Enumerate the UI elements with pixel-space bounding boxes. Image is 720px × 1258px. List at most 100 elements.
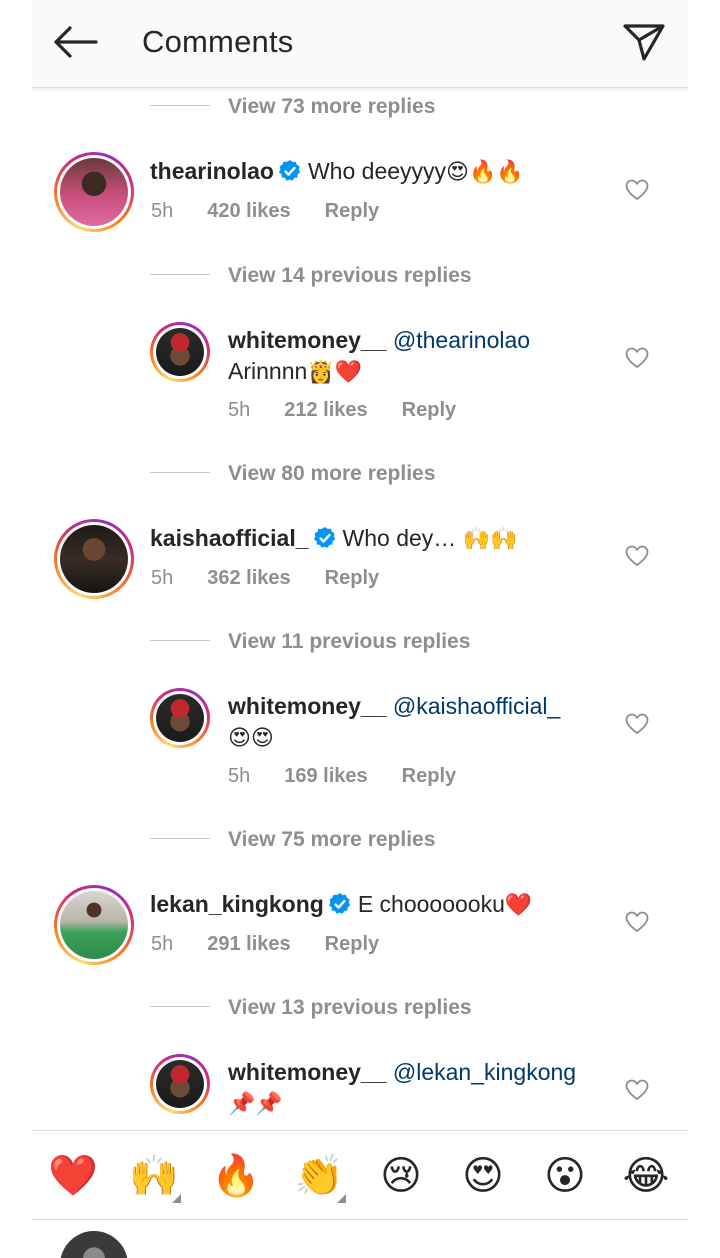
- like-button[interactable]: [622, 541, 652, 571]
- like-button[interactable]: [622, 1075, 652, 1105]
- reply-emoji: 📌📌: [228, 1092, 283, 1117]
- reply-username[interactable]: whitemoney__: [228, 327, 387, 353]
- emoji-button[interactable]: 😍: [454, 1147, 512, 1205]
- comment-emoji: 🙌🙌: [462, 527, 518, 552]
- reply-button[interactable]: Reply: [325, 567, 379, 589]
- thread-line: [150, 274, 210, 275]
- red-heart-icon: ❤️: [48, 1153, 98, 1199]
- reply-meta: 5h 169 likes Reply: [228, 765, 490, 788]
- comment-composer: [32, 1221, 688, 1258]
- reply-mention[interactable]: @thearinolao: [393, 327, 530, 353]
- comment-text: lekan_kingkong E chooooooku❤️: [150, 889, 532, 921]
- emoji-button[interactable]: 🙌: [125, 1147, 183, 1205]
- emoji-button[interactable]: 😢: [372, 1147, 430, 1205]
- likes-count[interactable]: 420 likes: [207, 200, 290, 222]
- reply-body-line: 😍😍: [228, 722, 274, 754]
- heart-outline-icon: [625, 545, 649, 567]
- thread-line: [150, 105, 210, 106]
- reply-mention[interactable]: @lekan_kingkong: [393, 1059, 576, 1085]
- reply-meta: 5h 212 likes Reply: [228, 399, 490, 422]
- fire-icon: 🔥: [211, 1153, 261, 1199]
- avatar[interactable]: [150, 322, 210, 382]
- variants-indicator-icon: [337, 1194, 346, 1203]
- tears-of-joy-icon: 😂: [622, 1153, 670, 1199]
- likes-count[interactable]: 291 likes: [207, 933, 290, 955]
- emoji-button[interactable]: 👏: [290, 1147, 348, 1205]
- verified-badge-icon: [278, 160, 301, 181]
- reply-button[interactable]: Reply: [402, 765, 456, 787]
- heart-outline-icon: [625, 347, 649, 369]
- crying-face-icon: 😢: [380, 1153, 422, 1199]
- emoji-button[interactable]: ❤️: [44, 1147, 102, 1205]
- reply-emoji: 👸❤️: [307, 360, 363, 385]
- reply-text: whitemoney__ @kaishaofficial_: [228, 691, 560, 722]
- thread-line: [150, 838, 210, 839]
- heart-outline-icon: [625, 713, 649, 735]
- verified-badge-icon: [328, 893, 351, 914]
- comment-meta: 5h 291 likes Reply: [151, 933, 413, 956]
- back-arrow-icon: [54, 26, 98, 58]
- avatar[interactable]: [54, 885, 134, 965]
- back-button[interactable]: [50, 20, 100, 64]
- comment-username[interactable]: thearinolao: [150, 158, 274, 184]
- thread-line: [150, 1006, 210, 1007]
- avatar[interactable]: [150, 688, 210, 748]
- reply-text: whitemoney__ @lekan_kingkong: [228, 1057, 576, 1088]
- reply-time: 5h: [228, 399, 251, 421]
- comment-time: 5h: [151, 200, 174, 222]
- emoji-button[interactable]: 🔥: [207, 1147, 265, 1205]
- emoji-button[interactable]: 😂: [617, 1147, 675, 1205]
- clapping-hands-icon: 👏: [294, 1153, 344, 1199]
- avatar: [60, 1231, 128, 1258]
- reply-mention[interactable]: @kaishaofficial_: [393, 693, 560, 719]
- avatar[interactable]: [54, 152, 134, 232]
- view-more-replies-link[interactable]: View 80 more replies: [228, 462, 435, 486]
- reply-button[interactable]: Reply: [325, 933, 379, 955]
- avatar[interactable]: [54, 519, 134, 599]
- reply-username[interactable]: whitemoney__: [228, 693, 387, 719]
- reply-button[interactable]: Reply: [325, 200, 379, 222]
- heart-outline-icon: [625, 179, 649, 201]
- like-button[interactable]: [622, 343, 652, 373]
- reply-username[interactable]: whitemoney__: [228, 1059, 387, 1085]
- verified-badge-icon: [313, 527, 335, 548]
- reply-text: whitemoney__ @thearinolao: [228, 325, 530, 356]
- likes-count[interactable]: 212 likes: [284, 399, 367, 421]
- reply-body-line: Arinnnn👸❤️: [228, 356, 362, 388]
- paper-plane-icon: [623, 24, 665, 61]
- heart-outline-icon: [625, 1079, 649, 1101]
- avatar[interactable]: [150, 1054, 210, 1114]
- comment-text: thearinolao Who deeyyyy😍🔥🔥: [150, 156, 524, 188]
- likes-count[interactable]: 169 likes: [284, 765, 367, 787]
- share-button[interactable]: [620, 18, 668, 66]
- view-previous-replies-link[interactable]: View 11 previous replies: [228, 630, 470, 654]
- heart-outline-icon: [625, 911, 649, 933]
- comment-username[interactable]: lekan_kingkong: [150, 891, 324, 917]
- like-button[interactable]: [622, 907, 652, 937]
- reply-emoji: 😍😍: [228, 726, 274, 751]
- variants-indicator-icon: [172, 1194, 181, 1203]
- like-button[interactable]: [622, 175, 652, 205]
- emoji-button[interactable]: 😮: [536, 1147, 594, 1205]
- comment-emoji: 😍🔥🔥: [446, 160, 524, 185]
- comment-text: kaishaofficial_ Who dey… 🙌🙌: [150, 523, 517, 555]
- comment-body: Who dey…: [342, 525, 463, 551]
- like-button[interactable]: [622, 709, 652, 739]
- view-previous-replies-link[interactable]: View 14 previous replies: [228, 264, 472, 288]
- raising-hands-icon: 🙌: [129, 1153, 179, 1199]
- surprised-face-icon: 😮: [544, 1153, 586, 1199]
- comment-body: Who deeyyyy: [307, 158, 447, 184]
- likes-count[interactable]: 362 likes: [207, 567, 290, 589]
- comment-username[interactable]: kaishaofficial_: [150, 525, 309, 551]
- view-previous-replies-link[interactable]: View 13 previous replies: [228, 996, 472, 1020]
- comment-body: E chooooooku: [357, 891, 505, 917]
- reply-body-line: 📌📌: [228, 1088, 283, 1120]
- comment-time: 5h: [151, 567, 174, 589]
- comment-meta: 5h 362 likes Reply: [151, 567, 413, 590]
- reply-button[interactable]: Reply: [402, 399, 456, 421]
- comment-time: 5h: [151, 933, 174, 955]
- emoji-quick-bar: ❤️ 🙌 🔥 👏 😢 😍 😮 😂: [32, 1130, 688, 1220]
- view-more-replies-link[interactable]: View 75 more replies: [228, 828, 435, 852]
- view-more-replies-link[interactable]: View 73 more replies: [228, 95, 435, 119]
- reply-time: 5h: [228, 765, 251, 787]
